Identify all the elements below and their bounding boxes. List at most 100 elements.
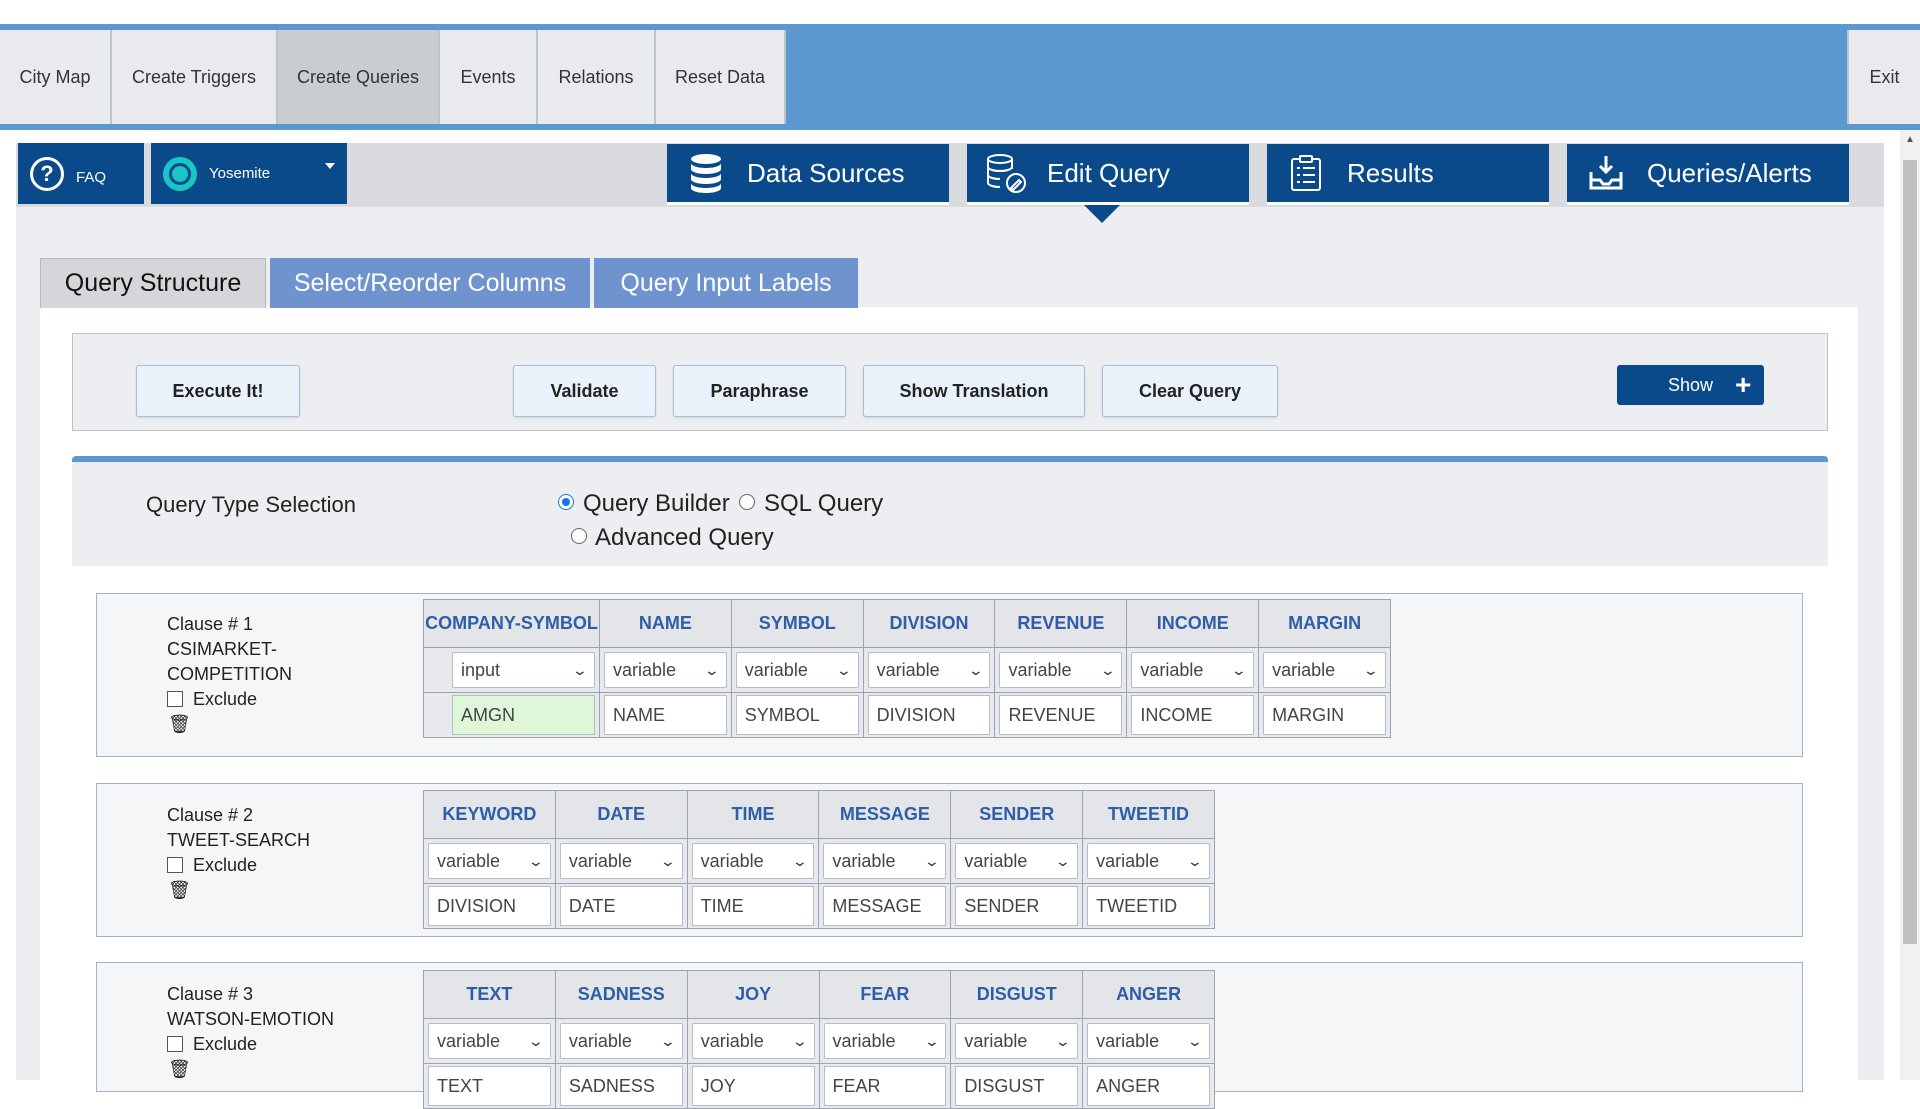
tab-data-sources[interactable]: Data Sources xyxy=(667,144,949,205)
tab-label: Edit Query xyxy=(1047,157,1170,188)
exclude-checkbox[interactable]: Exclude xyxy=(167,853,310,878)
exclude-checkbox[interactable]: Exclude xyxy=(167,1032,334,1057)
show-translation-button[interactable]: Show Translation xyxy=(863,365,1085,417)
type-select[interactable]: variable ⌄ xyxy=(867,652,991,688)
type-select[interactable]: variable ⌄ xyxy=(735,652,859,688)
tab-edit-query[interactable]: Edit Query xyxy=(967,144,1249,205)
value-input[interactable]: TEXT xyxy=(428,1066,551,1106)
tab-label: Queries/Alerts xyxy=(1647,157,1812,188)
inbox-download-icon xyxy=(1583,150,1629,196)
chevron-down-icon: ⌄ xyxy=(1186,1032,1204,1049)
exit-button[interactable]: Exit xyxy=(1847,30,1920,124)
paraphrase-button[interactable]: Paraphrase xyxy=(673,365,846,417)
exclude-checkbox[interactable]: Exclude xyxy=(167,687,292,712)
value-input[interactable]: DIVISION xyxy=(428,886,551,926)
value-input[interactable]: MARGIN xyxy=(1263,695,1386,735)
chevron-down-icon: ⌄ xyxy=(1231,661,1248,678)
clear-query-button[interactable]: Clear Query xyxy=(1102,365,1278,417)
value-input[interactable]: DATE xyxy=(559,886,683,926)
radio-label: Advanced Query xyxy=(595,524,774,551)
nav-tab-reset-data[interactable]: Reset Data xyxy=(656,30,786,124)
nav-tab-city-map[interactable]: City Map xyxy=(0,30,112,124)
column-header: DIVISION xyxy=(862,599,996,648)
select-value: variable xyxy=(1096,850,1160,871)
subtab-select-reorder-columns[interactable]: Select/Reorder Columns xyxy=(270,258,590,308)
value-input[interactable]: DISGUST xyxy=(955,1066,1079,1106)
clause-number: Clause # 3 xyxy=(167,984,254,1004)
query-type-title: Query Type Selection xyxy=(146,492,356,517)
nav-tab-create-triggers[interactable]: Create Triggers xyxy=(112,30,278,124)
user-dropdown[interactable]: Yosemite xyxy=(151,143,347,204)
nav-tab-create-queries[interactable]: Create Queries xyxy=(278,30,440,124)
radio-advanced-query[interactable] xyxy=(571,528,587,544)
subtab-label: Query Structure xyxy=(64,269,242,297)
value-input[interactable]: NAME xyxy=(603,695,727,735)
clause-name: COMPETITION xyxy=(167,664,292,684)
nav-tab-events[interactable]: Events xyxy=(440,30,538,124)
scrollbar-thumb[interactable] xyxy=(1903,160,1917,944)
type-select[interactable]: variable ⌄ xyxy=(428,1023,551,1059)
value-input[interactable]: TIME xyxy=(691,886,815,926)
value-input[interactable]: MESSAGE xyxy=(823,886,947,926)
type-select[interactable]: variable ⌄ xyxy=(1087,843,1210,879)
value-input[interactable]: TWEETID xyxy=(1087,886,1210,926)
delete-clause-icon[interactable]: 🗑 xyxy=(168,1057,334,1082)
value-input[interactable]: SENDER xyxy=(955,886,1079,926)
checkbox-icon xyxy=(167,857,183,873)
exclude-label: Exclude xyxy=(193,1034,258,1054)
execute-button[interactable]: Execute It! xyxy=(136,365,300,417)
type-select[interactable]: variable ⌄ xyxy=(559,843,683,879)
validate-button[interactable]: Validate xyxy=(513,365,656,417)
delete-clause-icon[interactable]: 🗑 xyxy=(168,878,310,903)
type-select[interactable]: variable ⌄ xyxy=(955,843,1079,879)
value-input[interactable]: ANGER xyxy=(1087,1066,1210,1106)
select-value: variable xyxy=(700,1030,764,1051)
type-select[interactable]: variable ⌄ xyxy=(823,1023,947,1059)
type-select[interactable]: variable ⌄ xyxy=(1131,652,1255,688)
tab-queries-alerts[interactable]: Queries/Alerts xyxy=(1567,144,1849,205)
value-input[interactable]: INCOME xyxy=(1131,695,1255,735)
clause-name: CSIMARKET- xyxy=(167,639,278,659)
clause-2: Clause # 2 TWEET-SEARCH Exclude 🗑 KEYWOR… xyxy=(96,783,1803,937)
radio-query-builder[interactable] xyxy=(558,494,574,510)
type-select[interactable]: variable ⌄ xyxy=(691,843,815,879)
chevron-down-icon: ⌄ xyxy=(791,852,808,869)
type-select[interactable]: input ⌄ xyxy=(452,652,595,688)
type-select[interactable]: variable ⌄ xyxy=(428,843,551,879)
delete-clause-icon[interactable]: 🗑 xyxy=(168,712,292,737)
value-input[interactable]: FEAR xyxy=(823,1066,947,1106)
value-input[interactable]: JOY xyxy=(691,1066,815,1106)
value-input[interactable]: DIVISION xyxy=(867,695,991,735)
chevron-down-icon: ⌄ xyxy=(659,1032,677,1049)
help-icon: ? xyxy=(30,156,64,191)
scroll-up-icon[interactable]: ▲ xyxy=(1905,134,1915,145)
checkbox-icon xyxy=(167,1036,183,1052)
chevron-down-icon: ⌄ xyxy=(703,661,721,678)
clause-1: Clause # 1 CSIMARKET- COMPETITION Exclud… xyxy=(96,593,1803,757)
tab-results[interactable]: Results xyxy=(1267,144,1549,205)
value-input[interactable]: AMGN xyxy=(452,695,595,735)
subtab-query-structure[interactable]: Query Structure xyxy=(40,258,266,308)
select-value: variable xyxy=(832,850,896,871)
radio-sql-query[interactable] xyxy=(739,494,755,510)
type-select[interactable]: variable ⌄ xyxy=(1263,652,1386,688)
value-input[interactable]: SYMBOL xyxy=(735,695,859,735)
show-button[interactable]: Show + xyxy=(1617,365,1764,405)
type-select[interactable]: variable ⌄ xyxy=(559,1023,683,1059)
type-select[interactable]: variable ⌄ xyxy=(1087,1023,1210,1059)
type-select[interactable]: variable ⌄ xyxy=(999,652,1123,688)
type-select[interactable]: variable ⌄ xyxy=(823,843,947,879)
value-input[interactable]: REVENUE xyxy=(999,695,1123,735)
exclude-label: Exclude xyxy=(193,855,258,875)
select-value: variable xyxy=(437,1030,501,1051)
type-select[interactable]: variable ⌄ xyxy=(603,652,727,688)
faq-button[interactable]: ? FAQ xyxy=(18,143,144,204)
clipboard-list-icon xyxy=(1283,150,1329,196)
column-header: NAME xyxy=(598,599,732,648)
select-value: variable xyxy=(1272,659,1336,680)
nav-tab-relations[interactable]: Relations xyxy=(538,30,656,124)
type-select[interactable]: variable ⌄ xyxy=(691,1023,815,1059)
value-input[interactable]: SADNESS xyxy=(559,1066,683,1106)
type-select[interactable]: variable ⌄ xyxy=(955,1023,1079,1059)
subtab-query-input-labels[interactable]: Query Input Labels xyxy=(594,258,858,308)
